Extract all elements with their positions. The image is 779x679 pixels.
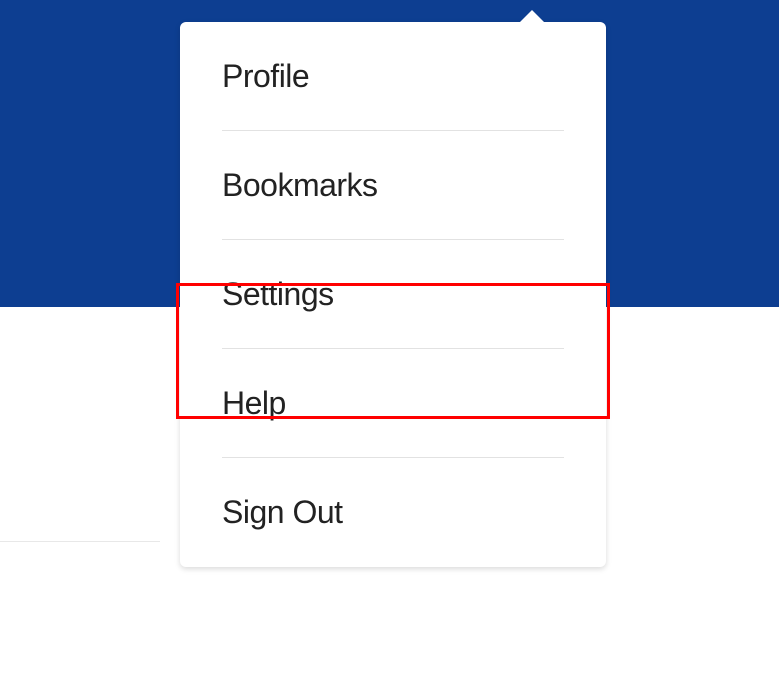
- menu-item-profile[interactable]: Profile: [180, 22, 606, 131]
- menu-item-bookmarks[interactable]: Bookmarks: [180, 131, 606, 240]
- menu-item-sign-out[interactable]: Sign Out: [180, 458, 606, 567]
- menu-item-label: Help: [222, 385, 286, 421]
- side-panel-divider: [0, 307, 160, 542]
- menu-item-settings[interactable]: Settings: [180, 240, 606, 349]
- menu-item-label: Settings: [222, 276, 334, 312]
- menu-item-label: Bookmarks: [222, 167, 378, 203]
- menu-item-help[interactable]: Help: [180, 349, 606, 458]
- user-dropdown-menu: Profile Bookmarks Settings Help Sign Out: [180, 22, 606, 567]
- menu-item-label: Profile: [222, 58, 309, 94]
- menu-item-label: Sign Out: [222, 494, 343, 530]
